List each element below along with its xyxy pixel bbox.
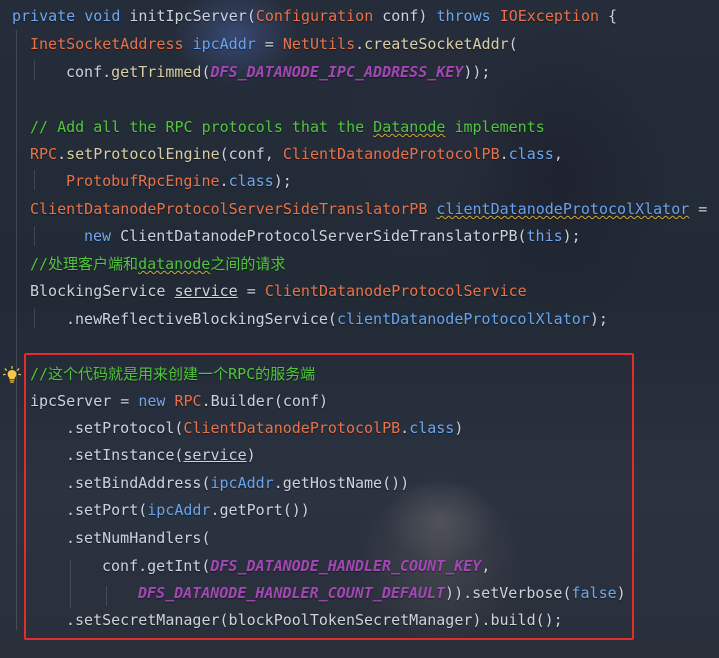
code-token: DFS_DATANODE_IPC_ADDRESS_KEY	[210, 63, 464, 81]
code-token: ProtobufRpcEngine	[66, 172, 220, 190]
code-token: conf)	[373, 7, 437, 25]
code-token: .	[57, 145, 67, 163]
code-token: BlockingService	[30, 282, 166, 300]
code-line: new ClientDatanodeProtocolServerSideTran…	[84, 222, 581, 250]
code-line: RPC.setProtocolEngine(conf, ClientDatano…	[30, 140, 563, 168]
code-token: clientDatanodeProtocolXlator	[336, 310, 590, 328]
indent-guide	[34, 60, 35, 80]
code-token: );	[589, 310, 608, 328]
code-line: private void initIpcServer(Configuration…	[12, 2, 617, 30]
code-token: newReflectiveBlockingService	[75, 310, 328, 328]
code-token: datanode	[138, 255, 211, 273]
code-token: class	[508, 145, 554, 163]
code-token: Datanode	[373, 118, 446, 136]
code-token: ClientDatanodeProtocolService	[264, 282, 527, 300]
code-token: (	[246, 7, 256, 25]
code-token: =	[255, 35, 283, 53]
code-token: .	[66, 310, 76, 328]
code-token: setProtocolEngine	[66, 145, 220, 163]
code-token: //处理客户端和	[30, 255, 139, 273]
code-token: (	[508, 35, 518, 53]
code-token: (	[327, 310, 337, 328]
indent-guide	[34, 170, 35, 190]
indent-guide	[16, 30, 17, 630]
code-token: ClientDatanodeProtocolPB	[282, 145, 500, 163]
code-token: );	[273, 172, 292, 190]
code-token: Configuration	[255, 7, 374, 25]
highlight-box	[24, 353, 634, 640]
code-line: BlockingService service = ClientDatanode…	[30, 277, 527, 305]
code-token: throws	[436, 7, 500, 25]
code-token: .	[102, 63, 112, 81]
code-token: (	[201, 63, 211, 81]
code-token: this	[526, 227, 563, 245]
code-line: ProtobufRpcEngine.class);	[66, 167, 292, 195]
lightbulb-icon[interactable]	[3, 366, 21, 384]
code-line: conf.getTrimmed(DFS_DATANODE_IPC_ADDRESS…	[66, 58, 490, 86]
code-token: service	[174, 282, 238, 300]
code-token: initIpcServer	[129, 7, 247, 25]
code-token: conf	[66, 63, 103, 81]
code-token: private void	[12, 7, 130, 25]
code-token: ipcAddr	[192, 35, 256, 53]
code-token: {	[599, 7, 618, 25]
code-token: (conf,	[219, 145, 283, 163]
code-token: new	[84, 227, 121, 245]
code-line: // Add all the RPC protocols that the Da…	[30, 113, 545, 141]
code-token: (	[517, 227, 527, 245]
code-token: // Add all the RPC protocols that the	[30, 118, 374, 136]
code-token: IOException	[499, 7, 600, 25]
code-token: .	[219, 172, 229, 190]
code-line: .newReflectiveBlockingService(clientData…	[66, 305, 608, 333]
code-token: ));	[463, 63, 491, 81]
indent-guide	[34, 226, 35, 246]
code-token: );	[562, 227, 581, 245]
code-token: implements	[445, 118, 545, 136]
code-token: ,	[553, 145, 563, 163]
indent-guide	[34, 308, 35, 328]
code-token: 之间的请求	[210, 255, 286, 273]
code-token: .	[499, 145, 509, 163]
code-token: =	[237, 282, 265, 300]
code-token: class	[228, 172, 274, 190]
code-token: createSocketAddr	[364, 35, 509, 53]
code-token: =	[689, 200, 708, 218]
code-token: ClientDatanodeProtocolServerSideTranslat…	[120, 227, 518, 245]
code-line: InetSocketAddress ipcAddr = NetUtils.cre…	[30, 30, 518, 58]
code-token: getTrimmed	[111, 63, 202, 81]
code-token: RPC	[30, 145, 58, 163]
code-token: ClientDatanodeProtocolServerSideTranslat…	[30, 200, 428, 218]
code-line: ClientDatanodeProtocolServerSideTranslat…	[30, 195, 707, 223]
code-line: //处理客户端和datanode之间的请求	[30, 250, 285, 278]
code-token: InetSocketAddress	[30, 35, 184, 53]
code-token: .	[355, 35, 365, 53]
code-token: NetUtils	[282, 35, 356, 53]
code-token: clientDatanodeProtocolXlator	[436, 200, 690, 218]
